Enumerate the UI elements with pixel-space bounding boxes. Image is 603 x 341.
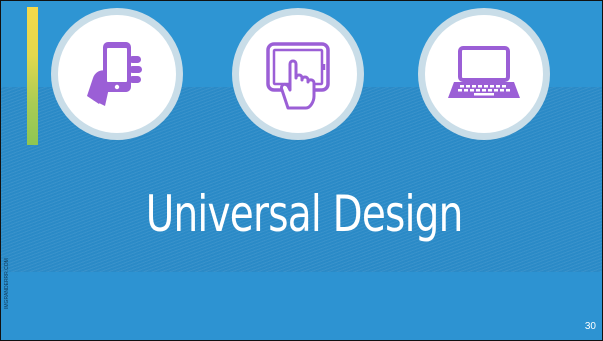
- smartphone-circle: [58, 15, 176, 133]
- laptop-icon: [448, 46, 520, 98]
- credit-text: IMGRANDERRR.COM: [4, 258, 10, 309]
- tablet-touch-icon: [266, 42, 330, 110]
- laptop-circle: [425, 15, 543, 133]
- page-number: 30: [584, 321, 596, 332]
- accent-bar: [27, 7, 38, 145]
- tablet-circle: [239, 15, 357, 133]
- bottom-band: [1, 272, 602, 340]
- slide-title: Universal Design: [145, 185, 464, 243]
- smartphone-in-hand-icon: [87, 42, 142, 106]
- slide: Universal Design IMGRANDERRR.COM 30: [0, 0, 603, 341]
- side-credit: IMGRANDERRR.COM: [1, 255, 13, 309]
